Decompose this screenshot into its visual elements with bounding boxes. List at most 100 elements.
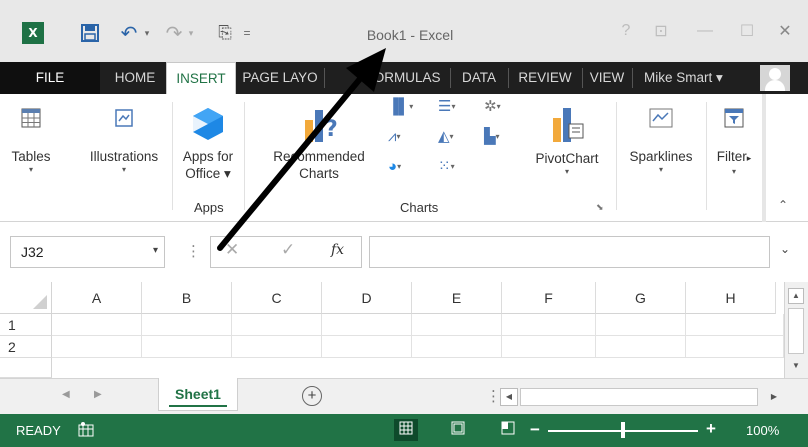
tab-formulas[interactable]: FORMULAS [356,62,450,94]
tab-split-handle[interactable]: ⋮ [486,387,501,405]
save-icon[interactable] [80,22,100,44]
cell[interactable] [322,336,412,358]
macro-recording-icon[interactable] [78,421,94,440]
apps-for-office-button[interactable]: Apps for Office ▾ [176,104,240,182]
cell[interactable] [502,336,596,358]
page-layout-view-icon[interactable] [446,419,470,441]
tab-data[interactable]: DATA [452,62,506,94]
new-sheet-button[interactable]: + [302,386,322,406]
pie-chart-icon[interactable]: ◕▾ [388,158,401,176]
cell[interactable] [502,314,596,336]
ribbon-display-options-icon[interactable]: ⊡ [650,20,672,42]
row-header-1[interactable]: 1 [0,314,52,336]
horizontal-scrollbar[interactable]: ◀ ▶ [500,388,783,406]
tables-button[interactable]: Tables ▾ [6,102,56,175]
formula-bar-resize-handle[interactable]: ⋮ [186,242,201,260]
column-header-c[interactable]: C [232,282,322,314]
formula-input[interactable] [369,236,770,268]
help-icon[interactable]: ? [618,20,634,42]
recommended-charts-button[interactable]: ? Recommended Charts [258,102,380,182]
name-box-value: J32 [21,244,44,260]
row-header-3[interactable] [0,358,52,378]
page-break-preview-icon[interactable] [496,419,520,441]
zoom-in-button[interactable]: + [706,419,716,439]
filters-button[interactable]: Filter▸ ▾ [708,102,760,177]
tab-file[interactable]: FILE [0,62,100,94]
sheet-tab-sheet1[interactable]: Sheet1 [158,378,238,411]
zoom-slider-thumb[interactable] [621,422,625,438]
scroll-down-icon[interactable]: ▼ [788,358,804,374]
scroll-left-icon[interactable]: ◀ [500,388,518,406]
scroll-right-icon[interactable]: ▶ [765,388,783,406]
column-header-b[interactable]: B [142,282,232,314]
illustrations-icon [108,102,140,134]
cell[interactable] [596,336,686,358]
cell[interactable] [232,336,322,358]
group-separator [616,102,617,210]
insert-function-icon[interactable]: fx [331,242,344,258]
combo-chart-icon[interactable]: ▙▾ [484,128,500,146]
cell[interactable] [52,336,142,358]
prev-sheet-icon[interactable]: ◀ [62,389,70,400]
zoom-level[interactable]: 100% [746,423,779,438]
minimize-button[interactable]: — [694,20,716,42]
column-header-f[interactable]: F [502,282,596,314]
cell[interactable] [142,314,232,336]
cell[interactable] [686,314,784,336]
name-box[interactable]: J32 ▾ [10,236,165,268]
horizontal-scroll-thumb[interactable] [520,388,758,406]
tab-home[interactable]: HOME [104,62,166,94]
column-chart-icon[interactable]: ▐▌▾ [388,98,413,116]
charts-dialog-launcher-icon[interactable]: ⬊ [596,202,604,213]
tab-view[interactable]: VIEW [584,62,630,94]
vertical-scrollbar[interactable]: ▲ ▼ [784,282,808,378]
bar-chart-icon[interactable]: ☰▾ [438,98,455,116]
column-header-g[interactable]: G [596,282,686,314]
user-account-menu[interactable]: Mike Smart ▾ [644,62,723,94]
customize-qat-icon[interactable]: = [240,22,254,44]
tab-insert[interactable]: INSERT [166,62,236,94]
collapse-ribbon-icon[interactable]: ⌃ [778,198,788,212]
row-header-2[interactable]: 2 [0,336,52,358]
close-button[interactable]: ✕ [774,20,796,42]
scroll-up-icon[interactable]: ▲ [788,288,804,304]
expand-formula-bar-icon[interactable]: ⌄ [780,242,790,256]
area-chart-icon[interactable]: ◭▾ [438,128,454,146]
redo-icon[interactable]: ↷ [162,22,186,45]
name-box-dropdown-icon[interactable]: ▾ [153,245,158,256]
excel-app-icon[interactable]: X [22,22,44,44]
cell[interactable] [686,336,784,358]
column-header-d[interactable]: D [322,282,412,314]
tab-review[interactable]: REVIEW [510,62,580,94]
radar-chart-icon[interactable]: ✲▾ [484,98,501,116]
enter-icon[interactable]: ✓ [281,240,295,260]
undo-dropdown-icon[interactable]: ▾ [142,22,152,44]
select-all-button[interactable] [0,282,52,314]
cell[interactable] [142,336,232,358]
column-header-e[interactable]: E [412,282,502,314]
column-header-a[interactable]: A [52,282,142,314]
scatter-chart-icon[interactable]: ⁙▾ [438,158,455,176]
cell[interactable] [412,336,502,358]
redo-dropdown-icon[interactable]: ▾ [186,22,196,44]
cancel-icon[interactable]: ✕ [225,240,239,260]
column-header-h[interactable]: H [686,282,776,314]
cell[interactable] [52,314,142,336]
vertical-scroll-thumb[interactable] [788,308,804,354]
undo-icon[interactable]: ↶ [116,22,142,45]
normal-view-icon[interactable] [394,419,418,441]
illustrations-button[interactable]: Illustrations ▾ [78,102,170,175]
next-sheet-icon[interactable]: ▶ [94,389,102,400]
avatar[interactable] [760,65,790,91]
cell[interactable] [412,314,502,336]
cell[interactable] [322,314,412,336]
tab-page-layout[interactable]: PAGE LAYO [238,62,322,94]
zoom-out-button[interactable]: − [530,420,540,440]
cell[interactable] [232,314,322,336]
sparklines-button[interactable]: Sparklines ▾ [618,102,704,175]
line-chart-icon[interactable]: ⩘▾ [388,128,400,146]
pivotchart-button[interactable]: PivotChart ▾ [522,102,612,177]
print-preview-icon[interactable]: ⎘ [214,22,236,44]
cell[interactable] [596,314,686,336]
maximize-button[interactable]: ☐ [736,20,758,42]
